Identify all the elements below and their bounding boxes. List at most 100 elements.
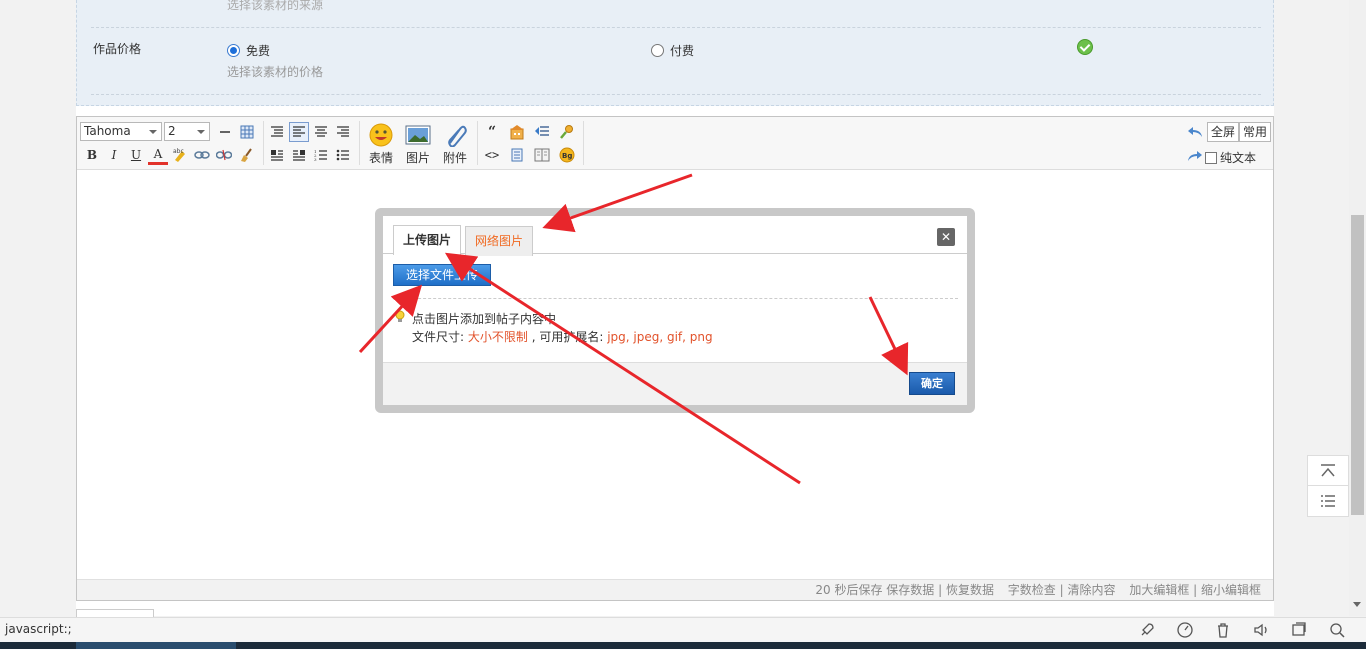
browser-status-icons <box>1138 621 1346 639</box>
user-button[interactable] <box>557 122 577 142</box>
float-left-button[interactable] <box>267 145 287 165</box>
unordered-list-button[interactable] <box>333 145 353 165</box>
undo-button[interactable] <box>1185 122 1205 142</box>
tab-upload-image[interactable]: 上传图片 <box>393 225 462 255</box>
hide-button[interactable] <box>507 122 527 142</box>
fullscreen-button[interactable]: 全屏 <box>1207 122 1240 142</box>
plaintext-checkbox[interactable] <box>1205 151 1217 164</box>
side-float-tools <box>1307 455 1349 517</box>
scrollbar-thumb[interactable] <box>1351 215 1364 515</box>
align-left-button[interactable] <box>289 122 309 142</box>
redo-button[interactable] <box>1185 146 1205 166</box>
resize-links[interactable]: 加大编辑框 | 缩小编辑框 <box>1129 583 1261 597</box>
font-family-select[interactable]: Tahoma <box>80 122 162 141</box>
unlink-button[interactable] <box>214 145 234 165</box>
background-button[interactable]: Bg <box>557 145 577 165</box>
ext-label: , 可用扩展名: <box>527 330 608 344</box>
scroll-down-arrow-icon[interactable] <box>1353 602 1361 607</box>
source-hint: 选择该素材的来源 <box>227 0 324 12</box>
clear-format-button[interactable] <box>237 145 257 165</box>
confirm-button[interactable]: 确定 <box>909 372 955 395</box>
align-center-icon <box>315 126 327 137</box>
browser-page: 选择该素材的来源 作品价格 免费 付费 选择该素材的价格 Tahoma 2 B … <box>0 0 1366 649</box>
svg-text:3: 3 <box>314 157 317 161</box>
float-right-button[interactable] <box>289 145 309 165</box>
speaker-icon[interactable] <box>1252 621 1270 639</box>
trash-icon[interactable] <box>1214 621 1232 639</box>
building-icon <box>510 125 524 140</box>
back-to-top-button[interactable] <box>1308 456 1348 486</box>
os-taskbar <box>0 642 1366 649</box>
redo-icon <box>1188 151 1202 161</box>
smiley-icon <box>369 123 393 147</box>
svg-text:Bg: Bg <box>562 152 572 160</box>
font-size-select[interactable]: 2 <box>164 122 210 141</box>
hr-icon <box>220 131 230 133</box>
code-button[interactable]: <> <box>482 145 502 165</box>
free-content-button[interactable] <box>532 122 552 142</box>
close-icon[interactable]: ✕ <box>937 228 955 246</box>
speed-icon[interactable] <box>1176 621 1194 639</box>
indent-left-button[interactable] <box>267 122 287 142</box>
free-radio[interactable] <box>227 44 240 57</box>
align-right-button[interactable] <box>333 122 353 142</box>
toolbar-separator <box>263 121 264 165</box>
price-paid-option[interactable]: 付费 <box>651 42 694 59</box>
status-url: javascript:; <box>5 622 72 636</box>
select-file-upload-button[interactable]: 选择文件上传 <box>393 264 491 286</box>
undo-icon <box>1188 127 1202 137</box>
document-icon <box>511 148 523 162</box>
page-scrollbar[interactable] <box>1349 0 1366 616</box>
divider <box>91 94 1261 95</box>
price-free-option[interactable]: 免费 <box>227 42 270 59</box>
tip-file-info: 文件尺寸: 大小不限制 , 可用扩展名: jpg, jpeg, gif, png <box>412 328 713 345</box>
italic-button[interactable]: I <box>104 145 124 165</box>
plaintext-toggle[interactable]: 纯文本 <box>1205 149 1256 166</box>
emoji-button[interactable]: 表情 <box>365 123 397 166</box>
image-button[interactable]: 图片 <box>402 123 434 166</box>
editor-status-bar: 20 秒后保存 保存数据 | 恢复数据 字数检查 | 清除内容 加大编辑框 | … <box>77 579 1273 600</box>
list-nav-button[interactable] <box>1308 486 1348 516</box>
link-button[interactable] <box>192 145 212 165</box>
image-label: 图片 <box>405 151 430 165</box>
ext-value: jpg, jpeg, gif, png <box>607 330 713 344</box>
zoom-icon[interactable] <box>1328 621 1346 639</box>
image-upload-dialog: 上传图片 网络图片 ✕ 选择文件上传 点击图片添加到帖子内容中 文件尺寸: 大小… <box>375 208 975 413</box>
check-ok-icon <box>1077 39 1093 55</box>
word-check-links[interactable]: 字数检查 | 清除内容 <box>1008 583 1116 597</box>
rocket-icon[interactable] <box>1138 621 1156 639</box>
align-center-button[interactable] <box>311 122 331 142</box>
tab-network-image[interactable]: 网络图片 <box>465 226 534 256</box>
emoji-label: 表情 <box>368 151 393 165</box>
bold-button[interactable]: B <box>82 145 102 165</box>
link-icon <box>194 151 210 159</box>
page-break-button[interactable] <box>507 145 527 165</box>
horizontal-rule-button[interactable] <box>215 122 235 142</box>
size-label: 文件尺寸: <box>412 330 468 344</box>
align-left-icon <box>271 126 283 137</box>
image-icon <box>405 125 431 145</box>
ordered-list-button[interactable]: 123 <box>311 145 331 165</box>
broom-icon <box>241 148 252 162</box>
divider <box>393 298 958 299</box>
ordered-list-icon: 123 <box>314 149 327 161</box>
divider <box>91 27 1261 28</box>
size-value: 大小不限制 <box>467 330 528 344</box>
attachment-button[interactable]: 附件 <box>439 123 471 166</box>
columns-button[interactable] <box>532 145 552 165</box>
paid-radio[interactable] <box>651 44 664 57</box>
underline-button[interactable]: U <box>126 145 146 165</box>
font-color-button[interactable]: A <box>148 145 168 165</box>
autosave-status[interactable]: 20 秒后保存 保存数据 | 恢复数据 <box>815 583 994 597</box>
browser-status-bar: javascript:; <box>0 617 1366 642</box>
material-form-panel: 选择该素材的来源 作品价格 免费 付费 选择该素材的价格 <box>76 0 1274 106</box>
list-arrow-icon <box>535 126 549 136</box>
unlink-icon <box>216 149 232 161</box>
window-icon[interactable] <box>1290 621 1308 639</box>
price-hint: 选择该素材的价格 <box>227 65 324 79</box>
table-button[interactable] <box>237 122 257 142</box>
highlight-button[interactable]: abc <box>170 145 190 165</box>
quote-button[interactable]: “ <box>482 122 502 142</box>
taskbar-item[interactable] <box>76 642 236 649</box>
common-mode-button[interactable]: 常用 <box>1239 122 1272 142</box>
